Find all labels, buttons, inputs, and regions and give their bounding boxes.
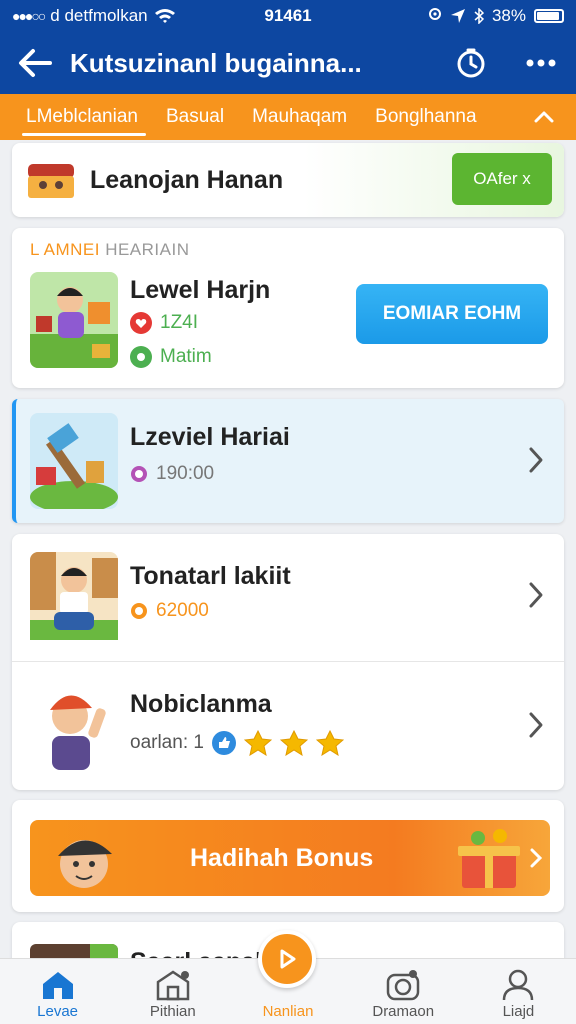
selected-title: Lzeviel Hariai [130, 423, 290, 451]
back-arrow-icon [19, 49, 52, 77]
offer-label: Leanojan Hanan [90, 165, 284, 194]
offer-banner: Leanojan Hanan OAfer x [12, 143, 564, 217]
tab-3[interactable]: Bonglhanna [361, 94, 490, 140]
section-tag-text: HEARIAIN [105, 240, 190, 259]
nav-camera-label: Dramaon [372, 1003, 435, 1020]
nav-shop[interactable]: Pithian [115, 959, 230, 1024]
more-icon [526, 59, 556, 67]
nav-home-label: Levae [37, 1003, 79, 1020]
chevron-up-icon[interactable] [534, 111, 554, 123]
selected-value: 190:00 [156, 463, 215, 484]
signal-icon: ●●●○○ [12, 8, 46, 24]
star-icon [279, 730, 308, 756]
selected-thumbnail [30, 413, 118, 509]
featured-card: L AMNEI HEARIAIN Lewel Harjn 1Z4I Matim … [12, 228, 564, 388]
app-bar: Kutsuzinanl bugainna... [0, 32, 576, 94]
nav-home[interactable]: Levae [0, 959, 115, 1024]
featured-stat-value: 1Z4I [160, 312, 199, 333]
bonus-label: Hadihah Bonus [190, 843, 374, 872]
featured-status-value: Matim [160, 346, 212, 367]
list-item-value-row: oarlan: 1 [130, 730, 344, 756]
coin-icon [131, 466, 147, 482]
nav-camera[interactable]: Dramaon [346, 959, 461, 1024]
chevron-right-icon [529, 712, 543, 738]
like-icon [211, 731, 236, 755]
coin-icon [131, 603, 147, 619]
star-icon [243, 730, 272, 756]
play-icon [280, 949, 296, 969]
check-circle-icon [130, 346, 152, 368]
nav-play-label: Nanlian [262, 1003, 314, 1020]
navigation-icon [450, 9, 465, 23]
camera-icon [386, 970, 420, 1001]
mascot-icon [58, 840, 112, 888]
chevron-right-icon [529, 582, 543, 608]
bluetooth-icon [474, 8, 484, 24]
bonus-banner[interactable]: Hadihah Bonus [30, 820, 550, 896]
carrier-name: d detfmolkan [50, 6, 148, 25]
list-item-value: 62000 [156, 600, 209, 621]
home-icon [42, 972, 73, 999]
tab-0[interactable]: LMeblclanian [12, 94, 152, 140]
section-tag-highlight: L AMNEI [30, 240, 100, 259]
clock-icon [457, 48, 485, 78]
more-button[interactable] [506, 32, 576, 94]
chevron-right-icon [529, 447, 543, 473]
gift-icon [458, 829, 520, 888]
featured-thumbnail[interactable] [30, 272, 118, 368]
item-list: Tonatarl lakiit 62000 Nobiclanma oarlan:… [12, 534, 564, 790]
section-tag: L AMNEI HEARIAIN [30, 240, 189, 260]
list-item-title: Nobiclanma [130, 690, 272, 718]
nav-profile[interactable]: Liajd [461, 959, 576, 1024]
tab-1[interactable]: Basual [152, 94, 238, 140]
bonus-card: Hadihah Bonus [12, 800, 564, 912]
tab-2[interactable]: Mauhaqam [238, 94, 361, 140]
location-icon [428, 8, 441, 20]
back-button[interactable] [0, 32, 70, 94]
list-item-selected[interactable]: Lzeviel Hariai 190:00 [12, 399, 564, 523]
wifi-icon [154, 9, 175, 23]
list-item-thumbnail [30, 678, 118, 774]
list-item[interactable]: Tonatarl lakiit 62000 [12, 534, 564, 661]
category-tabs: LMeblclanian Basual Mauhaqam Bonglhanna [0, 94, 576, 140]
list-item-title: Tonatarl lakiit [130, 562, 291, 590]
list-item-thumbnail [30, 552, 118, 648]
history-button[interactable] [436, 32, 506, 94]
profile-icon [503, 969, 534, 1001]
featured-stat: 1Z4I [130, 312, 198, 334]
star-icon [315, 730, 344, 756]
chest-icon [28, 164, 74, 198]
featured-title: Lewel Harjn [130, 276, 271, 304]
chevron-right-icon [530, 848, 542, 868]
battery-icon [534, 9, 564, 23]
list-item-value-row: 62000 [130, 600, 209, 622]
play-button[interactable] [258, 930, 316, 988]
selected-value-row: 190:00 [130, 463, 214, 485]
offer-button[interactable]: OAfer x [452, 153, 552, 205]
heart-icon [130, 312, 152, 334]
nav-shop-label: Pithian [149, 1003, 196, 1020]
list-item[interactable]: Nobiclanma oarlan: 1 [12, 662, 564, 790]
status-bar: ●●●○○ d detfmolkan 91461 38% [0, 0, 576, 32]
featured-action-button[interactable]: EOMIAR EOHM [356, 284, 548, 344]
nav-profile-label: Liajd [502, 1003, 535, 1020]
page-title: Kutsuzinanl bugainna... [70, 47, 362, 78]
featured-status: Matim [130, 346, 212, 368]
shop-icon [156, 970, 190, 1001]
battery-percent: 38% [491, 6, 526, 25]
list-item-value: oarlan: 1 [130, 732, 204, 753]
